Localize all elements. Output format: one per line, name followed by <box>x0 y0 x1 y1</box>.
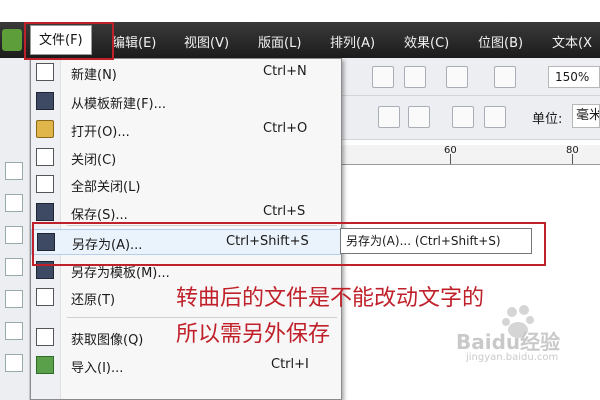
menu-item-label: 关闭(C) <box>71 153 117 168</box>
zoom-level-field[interactable]: 150% <box>548 66 600 88</box>
menu-item-label: 导入(I)... <box>71 361 124 376</box>
menu-item-import[interactable]: 导入(I)... Ctrl+I <box>31 353 341 379</box>
menu-effects[interactable]: 效果(C) <box>404 32 449 51</box>
freehand-tool-icon[interactable] <box>5 290 23 308</box>
menu-item-close-all[interactable]: 全部关闭(L) <box>31 172 341 198</box>
folder-open-icon <box>36 120 54 138</box>
highlight-save-as-box <box>32 222 546 266</box>
menu-layout[interactable]: 版面(L) <box>258 32 301 51</box>
menu-item-close[interactable]: 关闭(C) <box>31 145 341 171</box>
revert-icon <box>36 288 54 306</box>
menu-edit[interactable]: 编辑(E) <box>112 32 156 51</box>
pages-button[interactable] <box>452 106 474 128</box>
menu-text[interactable]: 文本(X <box>552 32 592 51</box>
crop-tool-icon[interactable] <box>5 226 23 244</box>
toolbox <box>0 58 30 400</box>
rectangle-tool-icon[interactable] <box>5 354 23 372</box>
save-icon <box>36 203 54 221</box>
menu-item-shortcut: Ctrl+O <box>263 121 308 136</box>
acquire-image-icon <box>36 328 54 346</box>
annotation-line-2: 所以需另外保存 <box>176 322 331 347</box>
menu-item-label: 获取图像(Q) <box>71 333 144 348</box>
watermark-brand: Baidu经验 <box>456 330 561 354</box>
menu-item-shortcut: Ctrl+N <box>263 64 307 79</box>
annotation-line-1: 转曲后的文件是不能改动文字的 <box>176 286 485 311</box>
horizontal-ruler: 60 80 <box>340 145 600 165</box>
toolbar-button[interactable] <box>404 66 426 88</box>
menu-item-shortcut: Ctrl+S <box>263 204 306 219</box>
toolbar-button[interactable] <box>372 66 394 88</box>
menu-item-open[interactable]: 打开(O)... Ctrl+O <box>31 117 341 143</box>
menu-arrange[interactable]: 排列(A) <box>330 32 375 51</box>
close-document-icon <box>36 148 54 166</box>
unit-select[interactable]: 毫米 <box>572 104 600 128</box>
page-layout-button[interactable] <box>484 106 506 128</box>
menu-item-label: 从模板新建(F)... <box>71 97 167 112</box>
toolbar-button[interactable] <box>446 66 468 88</box>
menu-view[interactable]: 视图(V) <box>184 32 229 51</box>
watermark-sub: jingyan.baidu.com <box>466 352 559 363</box>
baidu-watermark: Baidu经验 jingyan.baidu.com <box>452 300 587 370</box>
template-icon <box>36 92 54 110</box>
portrait-button[interactable] <box>378 106 400 128</box>
ruler-mark: 60 <box>444 145 457 156</box>
import-icon <box>36 356 54 374</box>
unit-label: 单位: <box>532 112 563 127</box>
pick-tool-icon[interactable] <box>5 162 23 180</box>
menu-bitmaps[interactable]: 位图(B) <box>478 32 523 51</box>
menu-item-label: 全部关闭(L) <box>71 180 141 195</box>
close-all-icon <box>36 175 54 193</box>
menu-item-new[interactable]: 新建(N) Ctrl+N <box>31 60 341 86</box>
app-logo-icon <box>2 29 22 51</box>
smart-fill-tool-icon[interactable] <box>5 322 23 340</box>
highlight-file-menu-box <box>24 22 114 60</box>
menu-item-label: 还原(T) <box>71 293 116 308</box>
menu-item-label: 保存(S)... <box>71 208 128 223</box>
menu-item-label: 打开(O)... <box>71 125 130 140</box>
ruler-mark: 80 <box>566 145 579 156</box>
shape-tool-icon[interactable] <box>5 194 23 212</box>
menu-item-label: 新建(N) <box>71 68 117 83</box>
menu-item-shortcut: Ctrl+I <box>271 357 309 372</box>
menu-item-new-from-template[interactable]: 从模板新建(F)... <box>31 89 341 115</box>
toolbar-button[interactable] <box>494 66 516 88</box>
zoom-tool-icon[interactable] <box>5 258 23 276</box>
new-document-icon <box>36 63 54 81</box>
landscape-button[interactable] <box>408 106 430 128</box>
